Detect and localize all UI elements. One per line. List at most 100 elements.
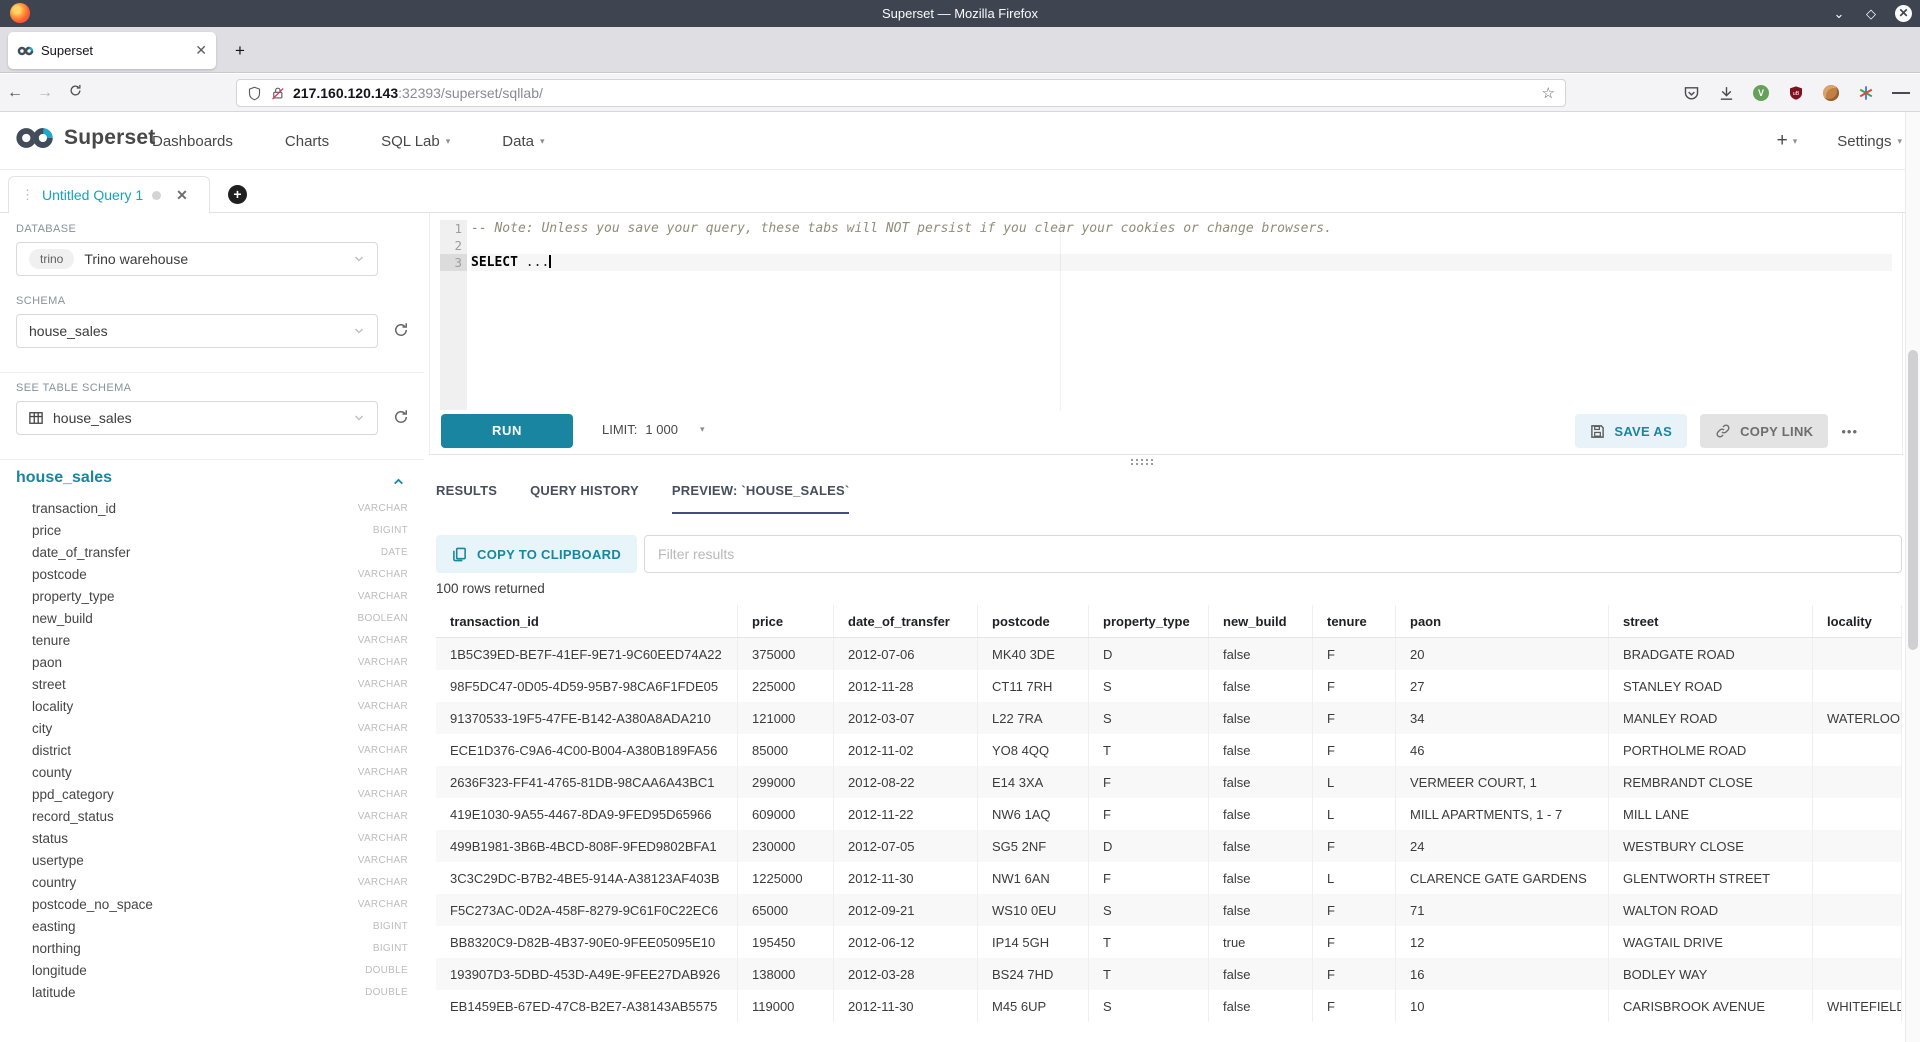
save-as-button[interactable]: SAVE AS [1575,414,1687,448]
browser-tab[interactable]: Superset ✕ [8,32,216,69]
run-button[interactable]: RUN [441,414,573,448]
table-schema-title[interactable]: house_sales [16,469,112,487]
schema-column[interactable]: record_statusVARCHAR [0,805,424,827]
table-select[interactable]: house_sales [16,401,378,435]
query-tab[interactable]: ⋮ Untitled Query 1 ✕ [8,176,210,213]
column-header[interactable]: new_build [1209,605,1313,637]
column-header[interactable]: street [1609,605,1813,637]
superset-logo[interactable]: Superset [14,126,155,150]
schema-column[interactable]: northingBIGINT [0,937,424,959]
schema-column[interactable]: ppd_categoryVARCHAR [0,783,424,805]
column-header[interactable]: postcode [978,605,1089,637]
window-close-icon[interactable]: ✕ [1895,5,1912,22]
grid-cell: F [1313,926,1396,958]
database-select[interactable]: trino Trino warehouse [16,242,378,276]
schema-column[interactable]: postcodeVARCHAR [0,563,424,585]
pane-resize-handle[interactable] [1131,459,1153,467]
browser-new-tab-button[interactable]: + [228,39,252,63]
column-header[interactable]: tenure [1313,605,1396,637]
downloads-icon[interactable] [1717,84,1735,102]
url-text[interactable]: 217.160.120.143:32393/superset/sqllab/ [293,85,1534,101]
column-header[interactable]: transaction_id [436,605,738,637]
tracking-shield-icon[interactable] [247,86,262,101]
schema-column[interactable]: localityVARCHAR [0,695,424,717]
schema-column[interactable]: transaction_idVARCHAR [0,497,424,519]
nav-charts[interactable]: Charts [285,133,329,150]
refresh-schema-icon[interactable] [392,321,412,341]
schema-column[interactable]: eastingBIGINT [0,915,424,937]
window-minimize-icon[interactable]: ⌄ [1831,6,1847,22]
query-tab-close-icon[interactable]: ✕ [176,187,188,204]
column-header[interactable]: locality [1813,605,1902,637]
schema-column[interactable]: new_buildBOOLEAN [0,607,424,629]
column-header[interactable]: price [738,605,834,637]
more-actions-button[interactable]: ••• [1841,424,1858,439]
schema-column[interactable]: statusVARCHAR [0,827,424,849]
schema-column[interactable]: usertypeVARCHAR [0,849,424,871]
results-grid[interactable]: transaction_idpricedate_of_transferpostc… [436,605,1902,1042]
grid-cell [1813,958,1902,990]
database-label: DATABASE [16,223,76,235]
collapse-icon[interactable] [392,475,405,493]
extension-asterisk-icon[interactable] [1857,84,1875,102]
ublock-icon[interactable]: uB [1787,84,1805,102]
bookmark-star-icon[interactable]: ☆ [1542,84,1555,102]
schema-column[interactable]: streetVARCHAR [0,673,424,695]
copy-to-clipboard-button[interactable]: COPY TO CLIPBOARD [436,535,637,573]
browser-toolbar: ← → 217.160.120.143:32393/superset/sqlla… [0,74,1920,112]
window-maximize-icon[interactable]: ◇ [1863,6,1879,22]
column-header[interactable]: date_of_transfer [834,605,978,637]
forward-icon[interactable]: → [30,84,60,102]
sql-editor[interactable]: 1 2 3 -- Note: Unless you save your quer… [440,220,1892,410]
column-type: BIGINT [373,921,408,932]
privacy-badger-icon[interactable]: V [1752,84,1770,102]
results-tabs: RESULTS QUERY HISTORY PREVIEW: `HOUSE_SA… [436,483,849,514]
grid-cell: L22 7RA [978,702,1089,734]
tab-results[interactable]: RESULTS [436,483,497,514]
grid-cell: BB8320C9-D82B-4B37-90E0-9FEE05095E10 [436,926,738,958]
reload-icon[interactable] [60,83,90,103]
column-name: longitude [32,963,365,978]
column-type: VARCHAR [358,833,408,844]
schema-column[interactable]: longitudeDOUBLE [0,959,424,981]
nav-data[interactable]: Data▾ [502,133,544,150]
refresh-table-icon[interactable] [392,408,412,428]
link-icon [1715,423,1731,439]
pocket-icon[interactable] [1682,84,1700,102]
schema-column[interactable]: cityVARCHAR [0,717,424,739]
column-header[interactable]: paon [1396,605,1609,637]
settings-menu[interactable]: Settings▾ [1837,133,1902,150]
scrollbar-thumb[interactable] [1908,350,1918,650]
schema-column[interactable]: property_typeVARCHAR [0,585,424,607]
new-item-button[interactable]: +▾ [1777,130,1798,152]
drag-grip-icon[interactable]: ⋮ [21,187,33,203]
page-scrollbar[interactable] [1905,112,1920,1042]
schema-column[interactable]: tenureVARCHAR [0,629,424,651]
schema-column[interactable]: countyVARCHAR [0,761,424,783]
filter-results-input[interactable] [644,535,1902,573]
grid-cell: false [1209,862,1313,894]
tab-preview-house-sales[interactable]: PREVIEW: `HOUSE_SALES` [672,483,850,514]
tab-query-history[interactable]: QUERY HISTORY [530,483,639,514]
limit-dropdown[interactable]: LIMIT: 1 000 ▾ [602,422,704,437]
schema-column[interactable]: paonVARCHAR [0,651,424,673]
tab-close-icon[interactable]: ✕ [195,42,207,59]
schema-column[interactable]: priceBIGINT [0,519,424,541]
nav-sql-lab[interactable]: SQL Lab▾ [381,133,450,150]
copy-link-button[interactable]: COPY LINK [1700,414,1828,448]
cookie-extension-icon[interactable] [1822,84,1840,102]
schema-column[interactable]: postcode_no_spaceVARCHAR [0,893,424,915]
new-query-tab-button[interactable]: + [228,185,247,204]
url-bar[interactable]: 217.160.120.143:32393/superset/sqllab/ ☆ [236,79,1566,107]
grid-cell: 2012-09-21 [834,894,978,926]
schema-column[interactable]: districtVARCHAR [0,739,424,761]
schema-column[interactable]: countryVARCHAR [0,871,424,893]
column-header[interactable]: property_type [1089,605,1209,637]
back-icon[interactable]: ← [0,84,30,102]
schema-column[interactable]: date_of_transferDATE [0,541,424,563]
insecure-lock-icon[interactable] [270,86,285,101]
schema-select[interactable]: house_sales [16,314,378,348]
nav-dashboards[interactable]: Dashboards [152,133,233,150]
menu-icon[interactable] [1892,84,1910,102]
schema-column[interactable]: latitudeDOUBLE [0,981,424,1003]
